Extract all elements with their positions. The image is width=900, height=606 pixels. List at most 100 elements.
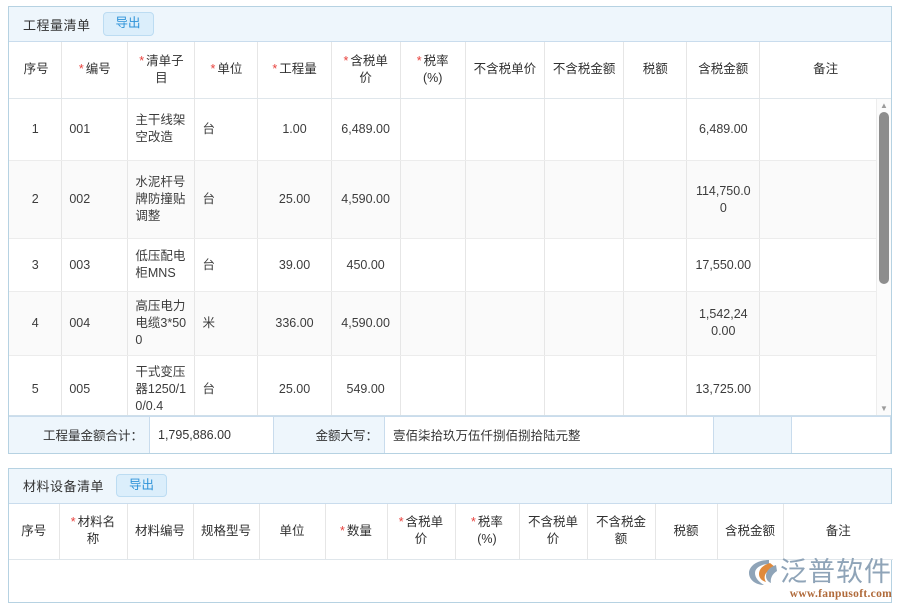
summary-filler — [714, 417, 791, 453]
cell-item[interactable]: 水泥杆号牌防撞贴调整 — [128, 161, 195, 239]
cell-item[interactable]: 主干线架空改造 — [128, 99, 195, 161]
boq-body-scroll-area[interactable]: 1 001 主干线架空改造 台 1.00 6,489.00 6,489.00 — [9, 99, 891, 416]
cell-unit[interactable]: 米 — [195, 292, 258, 356]
cell-remark[interactable] — [760, 355, 891, 415]
cell-tax-amount — [624, 292, 687, 356]
boq-col-label-11: 备注 — [813, 62, 838, 76]
cell-net-amount — [544, 292, 623, 356]
scroll-down-icon[interactable]: ▼ — [877, 402, 891, 415]
cell-tax-price[interactable]: 450.00 — [331, 239, 400, 292]
table-row[interactable]: 2 002 水泥杆号牌防撞贴调整 台 25.00 4,590.00 114,75… — [9, 161, 891, 239]
cell-qty[interactable]: 39.00 — [258, 239, 331, 292]
material-col-name[interactable]: *材料名称 — [59, 504, 127, 560]
material-col-gross-amount[interactable]: 含税金额 — [717, 504, 783, 560]
cell-gross-amount: 114,750.00 — [687, 161, 760, 239]
cell-qty[interactable]: 25.00 — [258, 161, 331, 239]
cell-seq: 2 — [9, 161, 62, 239]
boq-col-tax-amount[interactable]: 税额 — [624, 42, 687, 98]
material-col-tax-price[interactable]: *含税单价 — [387, 504, 455, 560]
table-row[interactable]: 5 005 干式变压器1250/10/0.4 台 25.00 549.00 13… — [9, 355, 891, 415]
required-marker-4: * — [272, 62, 277, 76]
material-col-label-3: 规格型号 — [201, 524, 251, 538]
boq-summary-row: 工程量金额合计： 1,795,886.00 金额大写： 壹佰柒拾玖万伍仟捌佰捌拾… — [9, 416, 891, 453]
cell-tax-price[interactable]: 6,489.00 — [331, 99, 400, 161]
cell-remark[interactable] — [760, 99, 891, 161]
material-col-spec[interactable]: 规格型号 — [193, 504, 259, 560]
scrollbar-thumb[interactable] — [879, 112, 889, 284]
boq-col-unit[interactable]: *单位 — [195, 42, 258, 98]
table-row[interactable]: 4 004 高压电力电缆3*500 米 336.00 4,590.00 1,54… — [9, 292, 891, 356]
material-col-label-8: 不含税单价 — [528, 515, 578, 546]
material-col-tax-rate[interactable]: *税率(%) — [455, 504, 519, 560]
cell-qty[interactable]: 336.00 — [258, 292, 331, 356]
cell-code[interactable]: 002 — [62, 161, 128, 239]
cell-code[interactable]: 003 — [62, 239, 128, 292]
boq-export-button[interactable]: 导出 — [103, 12, 154, 36]
boq-col-label-8: 不含税金额 — [553, 62, 616, 76]
cell-unit[interactable]: 台 — [195, 161, 258, 239]
material-col-net-price[interactable]: 不含税单价 — [519, 504, 587, 560]
boq-vertical-scrollbar[interactable]: ▲ ▼ — [876, 99, 891, 415]
cell-remark[interactable] — [760, 239, 891, 292]
material-panel: 材料设备清单 导出 序号 *材料名称 材料编号 规格型号 单位 *数量 *含税单… — [8, 468, 892, 603]
cell-unit[interactable]: 台 — [195, 99, 258, 161]
cell-tax-rate[interactable] — [400, 355, 465, 415]
cell-code[interactable]: 005 — [62, 355, 128, 415]
cell-tax-rate[interactable] — [400, 161, 465, 239]
material-col-remark[interactable]: 备注 — [783, 504, 893, 560]
material-col-qty[interactable]: *数量 — [325, 504, 387, 560]
boq-col-gross-amount[interactable]: 含税金额 — [687, 42, 760, 98]
cell-tax-price[interactable]: 4,590.00 — [331, 161, 400, 239]
table-row[interactable]: 3 003 低压配电柜MNS 台 39.00 450.00 17,550.00 — [9, 239, 891, 292]
required-marker-m7: * — [471, 515, 476, 529]
cell-remark[interactable] — [760, 292, 891, 356]
boq-col-remark[interactable]: 备注 — [760, 42, 891, 98]
material-col-label-1: 材料名称 — [78, 515, 116, 546]
boq-col-label-1: 编号 — [86, 62, 111, 76]
cell-qty[interactable]: 1.00 — [258, 99, 331, 161]
material-col-label-12: 备注 — [826, 524, 851, 538]
material-col-unit[interactable]: 单位 — [259, 504, 325, 560]
cell-seq: 1 — [9, 99, 62, 161]
cell-code[interactable]: 001 — [62, 99, 128, 161]
material-col-net-amount[interactable]: 不含税金额 — [587, 504, 655, 560]
cell-qty[interactable]: 25.00 — [258, 355, 331, 415]
boq-col-net-amount[interactable]: 不含税金额 — [544, 42, 623, 98]
cell-code[interactable]: 004 — [62, 292, 128, 356]
required-marker-6: * — [417, 54, 422, 68]
boq-col-item[interactable]: *清单子目 — [128, 42, 195, 98]
boq-col-label-0: 序号 — [24, 62, 49, 76]
cell-remark[interactable] — [760, 161, 891, 239]
material-col-seq[interactable]: 序号 — [9, 504, 59, 560]
scroll-up-icon[interactable]: ▲ — [877, 99, 891, 112]
boq-col-tax-price[interactable]: *含税单价 — [331, 42, 400, 98]
cell-item[interactable]: 高压电力电缆3*500 — [128, 292, 195, 356]
cell-item[interactable]: 低压配电柜MNS — [128, 239, 195, 292]
boq-col-code[interactable]: *编号 — [62, 42, 128, 98]
cell-tax-rate[interactable] — [400, 239, 465, 292]
boq-col-label-6: 税率(%) — [423, 54, 449, 85]
material-col-tax-amount[interactable]: 税额 — [655, 504, 717, 560]
required-marker-5: * — [343, 54, 348, 68]
cell-tax-rate[interactable] — [400, 99, 465, 161]
boq-col-seq[interactable]: 序号 — [9, 42, 62, 98]
cell-tax-price[interactable]: 549.00 — [331, 355, 400, 415]
material-col-code[interactable]: 材料编号 — [127, 504, 193, 560]
cell-tax-price[interactable]: 4,590.00 — [331, 292, 400, 356]
cell-unit[interactable]: 台 — [195, 239, 258, 292]
material-col-label-11: 含税金额 — [725, 524, 775, 538]
cell-unit[interactable]: 台 — [195, 355, 258, 415]
required-marker-1: * — [79, 62, 84, 76]
material-col-label-7: 税率(%) — [477, 515, 503, 546]
boq-col-label-2: 清单子目 — [146, 54, 184, 85]
boq-col-qty[interactable]: *工程量 — [258, 42, 331, 98]
cell-tax-amount — [624, 355, 687, 415]
boq-col-tax-rate[interactable]: *税率(%) — [400, 42, 465, 98]
material-export-button[interactable]: 导出 — [116, 474, 167, 498]
cell-tax-rate[interactable] — [400, 292, 465, 356]
cell-seq: 5 — [9, 355, 62, 415]
material-col-label-0: 序号 — [21, 524, 46, 538]
boq-col-net-price[interactable]: 不含税单价 — [465, 42, 544, 98]
cell-item[interactable]: 干式变压器1250/10/0.4 — [128, 355, 195, 415]
table-row[interactable]: 1 001 主干线架空改造 台 1.00 6,489.00 6,489.00 — [9, 99, 891, 161]
